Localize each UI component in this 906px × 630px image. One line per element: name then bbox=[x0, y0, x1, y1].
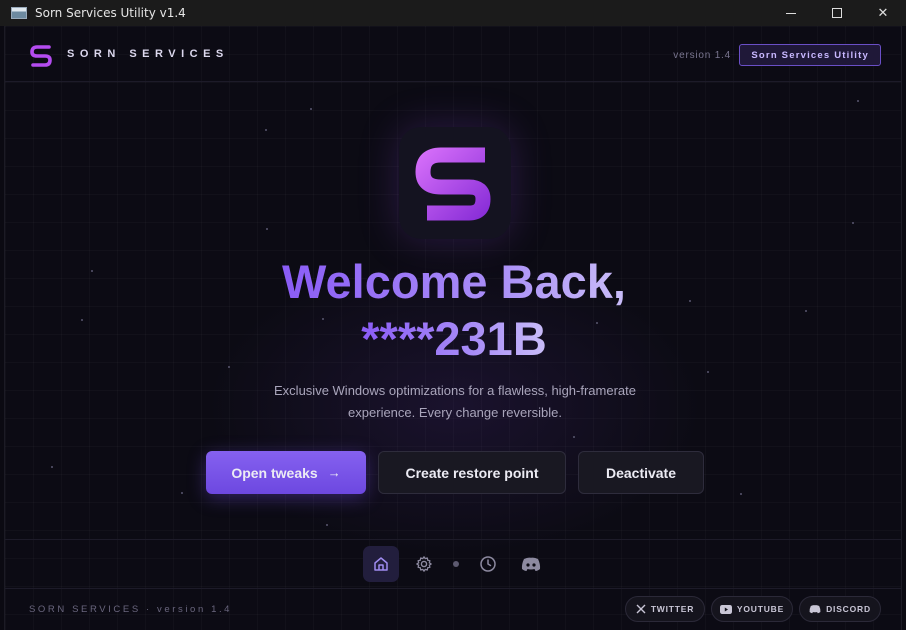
create-restore-point-button[interactable]: Create restore point bbox=[378, 451, 566, 494]
background-star bbox=[265, 129, 267, 131]
footer-text: SORN SERVICES · version 1.4 bbox=[29, 604, 233, 615]
header-version: version 1.4 bbox=[673, 50, 731, 61]
twitter-label: TWITTER bbox=[650, 604, 695, 614]
brand-logo-icon bbox=[30, 45, 52, 67]
deactivate-label: Deactivate bbox=[605, 464, 677, 481]
welcome-line-1: Welcome Back, bbox=[282, 255, 626, 308]
app-icon bbox=[11, 7, 27, 19]
gear-icon bbox=[416, 556, 432, 572]
background-star bbox=[573, 436, 575, 438]
nav-history[interactable] bbox=[470, 546, 506, 582]
create-restore-point-label: Create restore point bbox=[405, 464, 539, 481]
maximize-icon bbox=[832, 8, 842, 18]
background-star bbox=[181, 492, 183, 494]
minimize-button[interactable] bbox=[768, 0, 814, 26]
minimize-icon bbox=[786, 12, 796, 14]
background-star bbox=[857, 100, 859, 102]
twitter-link[interactable]: TWITTER bbox=[625, 596, 705, 622]
subtitle-line-2: experience. Every change reversible. bbox=[348, 405, 562, 420]
youtube-label: YOUTUBE bbox=[736, 604, 785, 614]
close-icon: ✕ bbox=[877, 5, 889, 20]
background-star bbox=[266, 228, 268, 230]
sorn-logo-icon bbox=[415, 147, 491, 221]
maximize-button[interactable] bbox=[814, 0, 860, 26]
discord-link[interactable]: DISCORD bbox=[799, 596, 881, 622]
background-star bbox=[310, 108, 312, 110]
app-window: SORN SERVICES version 1.4 Sorn Services … bbox=[4, 26, 902, 630]
nav-separator bbox=[453, 561, 459, 567]
brand-name: SORN SERVICES bbox=[67, 48, 229, 60]
window-title: Sorn Services Utility v1.4 bbox=[35, 6, 186, 20]
discord-label: DISCORD bbox=[826, 604, 871, 614]
youtube-icon bbox=[719, 604, 732, 614]
bottom-nav bbox=[363, 546, 549, 582]
app-header: SORN SERVICES version 1.4 Sorn Services … bbox=[5, 26, 901, 82]
welcome-line-2: ****231B bbox=[361, 312, 547, 365]
clock-icon bbox=[480, 556, 496, 572]
nav-discord[interactable] bbox=[513, 546, 549, 582]
youtube-link[interactable]: YOUTUBE bbox=[711, 596, 793, 622]
nav-settings[interactable] bbox=[406, 546, 442, 582]
header-badge: Sorn Services Utility bbox=[739, 44, 881, 66]
background-star bbox=[326, 524, 328, 526]
background-star bbox=[852, 222, 854, 224]
window-titlebar[interactable]: Sorn Services Utility v1.4 ✕ bbox=[0, 0, 906, 26]
background-star bbox=[51, 466, 53, 468]
hero-subtitle: Exclusive Windows optimizations for a fl… bbox=[255, 380, 655, 424]
x-icon bbox=[636, 604, 646, 614]
footer-divider bbox=[5, 588, 901, 589]
deactivate-button[interactable]: Deactivate bbox=[578, 451, 704, 494]
welcome-username: ****231B bbox=[5, 311, 901, 367]
nav-home[interactable] bbox=[363, 546, 399, 582]
home-icon bbox=[374, 557, 388, 571]
open-tweaks-label: Open tweaks bbox=[231, 464, 318, 481]
nav-divider bbox=[5, 539, 901, 540]
background-star bbox=[740, 493, 742, 495]
background-star bbox=[707, 371, 709, 373]
hero-logo bbox=[399, 127, 511, 239]
open-tweaks-button[interactable]: Open tweaks → bbox=[206, 451, 366, 494]
close-button[interactable]: ✕ bbox=[860, 0, 906, 26]
arrow-right-icon: → bbox=[327, 465, 341, 480]
subtitle-line-1: Exclusive Windows optimizations for a fl… bbox=[274, 383, 636, 398]
window-controls: ✕ bbox=[768, 0, 906, 26]
welcome-heading: Welcome Back, bbox=[5, 254, 901, 310]
discord-icon bbox=[521, 557, 541, 571]
discord-icon bbox=[809, 605, 821, 614]
